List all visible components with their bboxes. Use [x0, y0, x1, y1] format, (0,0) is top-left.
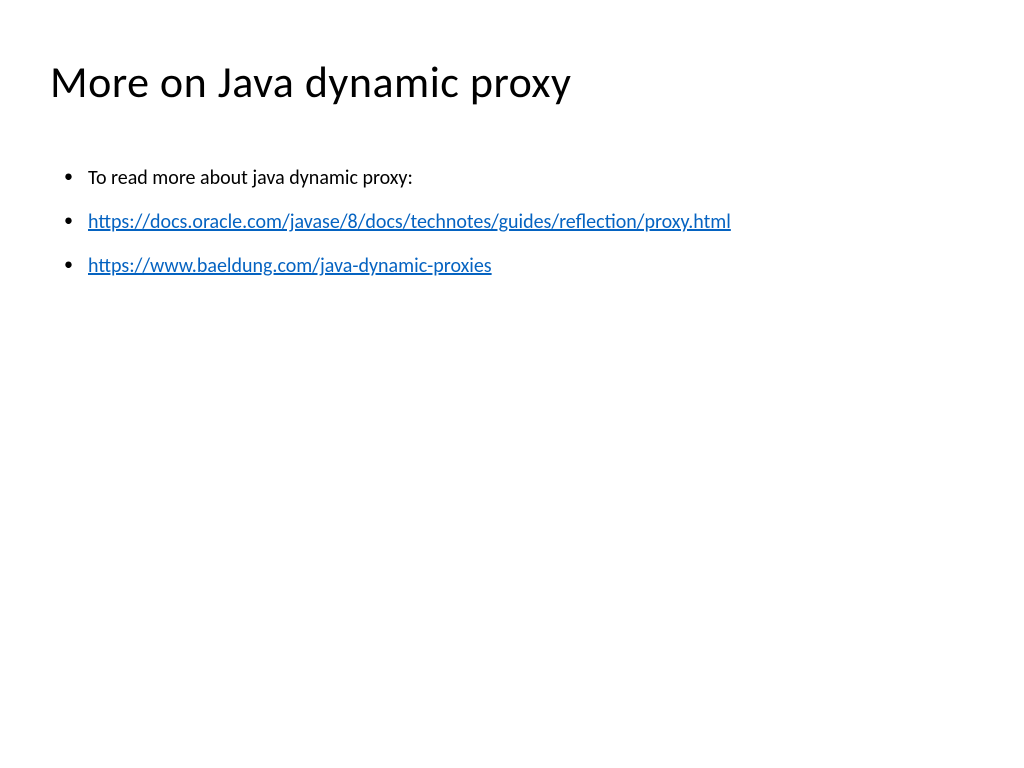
slide-title: More on Java dynamic proxy [50, 55, 974, 109]
list-item: To read more about java dynamic proxy: [80, 164, 974, 192]
list-item: https://docs.oracle.com/javase/8/docs/te… [80, 208, 974, 236]
bullet-list: To read more about java dynamic proxy: h… [50, 164, 974, 280]
list-item: https://www.baeldung.com/java-dynamic-pr… [80, 252, 974, 280]
bullet-text: To read more about java dynamic proxy: [88, 166, 413, 190]
link-oracle-docs[interactable]: https://docs.oracle.com/javase/8/docs/te… [88, 210, 731, 234]
link-baeldung[interactable]: https://www.baeldung.com/java-dynamic-pr… [88, 254, 492, 278]
